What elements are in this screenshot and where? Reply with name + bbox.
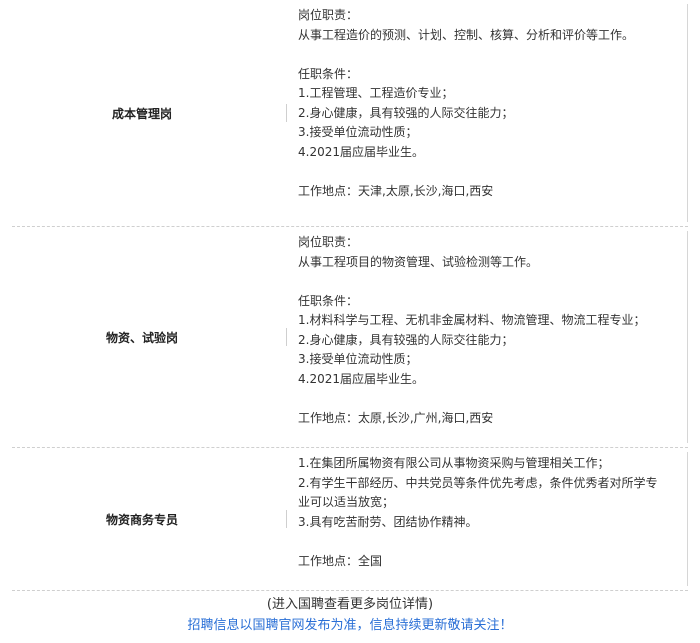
requirement-line: 业可以适当放宽； (298, 495, 395, 509)
duty-heading: 岗位职责： (298, 8, 359, 22)
positions-table: 成本管理岗 岗位职责： 从事工程造价的预测、计划、控制、核算、分析和评价等工作。… (12, 0, 688, 591)
work-location: 工作地点：天津,太原,长沙,海口,西安 (298, 183, 494, 198)
requirement-line: 2.身心健康，具有较强的人际交往能力； (298, 105, 514, 120)
position-description: 岗位职责： 从事工程造价的预测、计划、控制、核算、分析和评价等工作。 任职条件：… (288, 0, 688, 226)
requirement-line: 3.具有吃苦耐劳、团结协作精神。 (298, 514, 478, 529)
requirement-line: 3.接受单位流动性质； (298, 125, 418, 139)
more-positions-link[interactable]: (进入国聘查看更多岗位详情) (0, 593, 700, 612)
position-title-cell: 物资、试验岗 (12, 227, 288, 447)
requirement-heading: 任职条件： (298, 293, 359, 308)
requirement-line: 4.2021届应届毕业生。 (298, 371, 424, 386)
position-title: 物资、试验岗 (105, 330, 178, 345)
duty-line: 从事工程造价的预测、计划、控制、核算、分析和评价等工作。 (298, 27, 635, 42)
position-title: 成本管理岗 (111, 106, 172, 121)
work-location: 工作地点：太原,长沙,广州,海口,西安 (298, 410, 494, 425)
requirement-line: 1.工程管理、工程造价专业； (298, 86, 454, 100)
position-title-cell: 成本管理岗 (12, 0, 288, 226)
work-location: 工作地点：全国 (298, 553, 383, 568)
duty-heading: 岗位职责： (298, 235, 359, 249)
position-description: 1.在集团所属物资有限公司从事物资采购与管理相关工作； 2.有学生干部经历、中共… (288, 448, 688, 590)
position-row-cost-management: 成本管理岗 岗位职责： 从事工程造价的预测、计划、控制、核算、分析和评价等工作。… (12, 0, 688, 227)
duty-line: 从事工程项目的物资管理、试验检测等工作。 (298, 254, 539, 269)
position-row-materials-commerce: 物资商务专员 1.在集团所属物资有限公司从事物资采购与管理相关工作； 2.有学生… (12, 448, 688, 591)
requirement-line: 1.在集团所属物资有限公司从事物资采购与管理相关工作； (298, 456, 610, 470)
requirement-heading: 任职条件： (298, 66, 359, 81)
position-row-materials-testing: 物资、试验岗 岗位职责： 从事工程项目的物资管理、试验检测等工作。 任职条件： … (12, 227, 688, 448)
recruitment-notice: 招聘信息以国聘官网发布为准，信息持续更新敬请关注！ (187, 618, 513, 633)
requirement-line: 1.材料科学与工程、无机非金属材料、物流管理、物流工程专业； (298, 313, 646, 327)
requirement-line: 2.身心健康，具有较强的人际交往能力； (298, 332, 514, 347)
position-description: 岗位职责： 从事工程项目的物资管理、试验检测等工作。 任职条件： 1.材料科学与… (288, 227, 688, 447)
position-title: 物资商务专员 (105, 512, 178, 527)
position-title-cell: 物资商务专员 (12, 448, 288, 590)
requirement-line: 3.接受单位流动性质； (298, 352, 418, 366)
requirement-line: 2.有学生干部经历、中共党员等条件优先考虑，条件优秀者对所学专 (298, 475, 658, 490)
requirement-line: 4.2021届应届毕业生。 (298, 144, 424, 159)
